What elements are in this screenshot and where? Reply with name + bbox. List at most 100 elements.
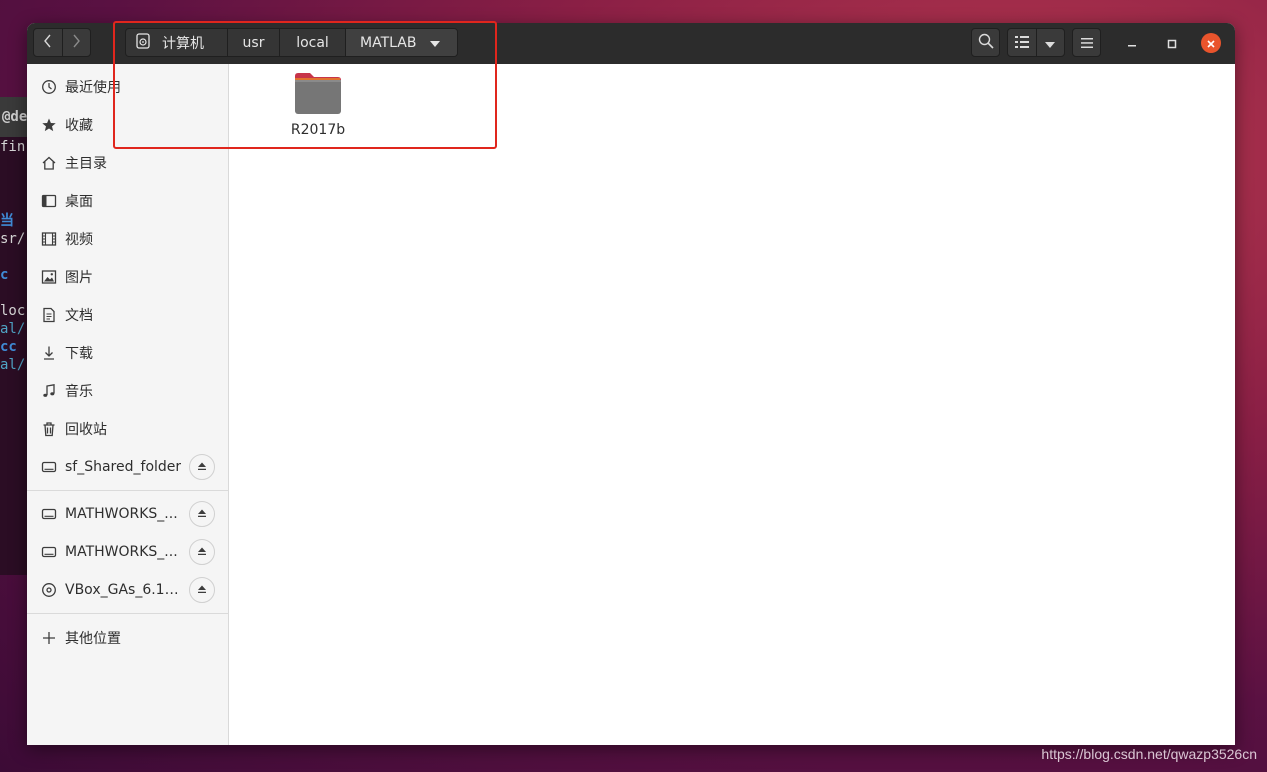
home-icon: [40, 154, 58, 172]
minimize-icon: [1127, 34, 1137, 53]
eject-icon: [197, 544, 207, 560]
eject-icon: [197, 506, 207, 522]
download-icon: [40, 344, 58, 362]
sidebar-item-recent[interactable]: 最近使用: [27, 68, 229, 106]
drive-icon: [40, 505, 58, 523]
path-crumb-label: 计算机: [162, 35, 204, 52]
music-note-icon: [40, 382, 58, 400]
sidebar-item-disc[interactable]: VBox_GAs_6.1.16: [27, 571, 229, 609]
chevron-right-icon: [71, 33, 81, 52]
sidebar-item-home[interactable]: 主目录: [27, 144, 229, 182]
chevron-left-icon: [43, 33, 53, 52]
path-bar: 计算机 usr local MATLAB: [125, 28, 458, 57]
image-icon: [40, 268, 58, 286]
desktop-icon: [40, 192, 58, 210]
forward-button[interactable]: [63, 29, 91, 56]
sidebar-item-label: 视频: [65, 232, 93, 248]
view-options-group: [1007, 28, 1065, 57]
sidebar-item-shared-folder[interactable]: sf_Shared_folder: [27, 448, 229, 486]
header-bar: 计算机 usr local MATLAB: [27, 23, 1235, 65]
eject-icon: [197, 582, 207, 598]
path-crumb-label: local: [296, 34, 329, 51]
path-crumb-usr[interactable]: usr: [228, 29, 280, 56]
folder-name: R2017b: [290, 122, 346, 138]
maximize-icon: [1167, 34, 1177, 53]
sidebar-item-label: 图片: [65, 270, 93, 286]
eject-icon: [197, 459, 207, 475]
hard-drive-icon: [136, 32, 150, 53]
sidebar-item-videos[interactable]: 视频: [27, 220, 229, 258]
sidebar-item-label: sf_Shared_folder: [65, 459, 182, 475]
sidebar-item-label: MATHWORKS_...: [65, 506, 178, 522]
terminal-line: loc: [0, 303, 26, 319]
terminal-line: cc: [0, 339, 17, 355]
drive-icon: [40, 458, 58, 476]
dropdown-arrow-icon: [430, 35, 441, 51]
hamburger-menu-icon: [1080, 33, 1093, 52]
terminal-line: 当: [0, 213, 23, 229]
dropdown-arrow-icon: [1045, 33, 1056, 52]
recent-clock-icon: [40, 78, 58, 96]
terminal-line: al/: [0, 321, 26, 337]
sidebar-item-label: 回收站: [65, 422, 107, 438]
view-options-dropdown[interactable]: [1037, 29, 1065, 56]
list-view-button[interactable]: [1008, 29, 1037, 56]
back-button[interactable]: [34, 29, 63, 56]
terminal-line: al/: [0, 357, 26, 373]
eject-button[interactable]: [189, 539, 215, 565]
search-icon: [978, 33, 994, 53]
minimize-button[interactable]: [1122, 33, 1142, 53]
sidebar-item-label: 音乐: [65, 384, 93, 400]
list-view-icon: [1014, 33, 1029, 52]
trash-icon: [40, 420, 58, 438]
document-icon: [40, 306, 58, 324]
file-view[interactable]: R2017b: [229, 64, 1235, 745]
sidebar-item-label: VBox_GAs_6.1.16: [65, 582, 183, 598]
sidebar-item-label: 收藏: [65, 118, 93, 134]
navigation-buttons: [33, 28, 91, 57]
sidebar-item-label: 其他位置: [65, 631, 121, 647]
sidebar-item-label: 桌面: [65, 194, 93, 210]
search-button[interactable]: [971, 28, 1000, 57]
sidebar-item-label: MATHWORKS_...: [65, 544, 178, 560]
close-icon: [1206, 34, 1216, 53]
sidebar-item-pictures[interactable]: 图片: [27, 258, 229, 296]
eject-button[interactable]: [189, 454, 215, 480]
sidebar-item-downloads[interactable]: 下载: [27, 334, 229, 372]
path-crumb-computer[interactable]: 计算机: [126, 29, 228, 56]
sidebar-item-documents[interactable]: 文档: [27, 296, 229, 334]
terminal-line: c: [0, 267, 26, 283]
path-crumb-matlab[interactable]: MATLAB: [346, 29, 457, 56]
drive-icon: [40, 543, 58, 561]
sidebar: 最近使用 收藏 主目录 桌面 视频 图片 文档 下载 音乐 回收站 sf_Sha…: [27, 64, 229, 745]
eject-button[interactable]: [189, 577, 215, 603]
sidebar-separator: [27, 490, 229, 491]
close-button[interactable]: [1201, 33, 1221, 53]
terminal-line: sr/: [0, 231, 26, 247]
path-crumb-label: usr: [242, 34, 265, 51]
sidebar-item-label: 下载: [65, 346, 93, 362]
sidebar-item-label: 最近使用: [65, 80, 121, 96]
watermark-text: https://blog.csdn.net/qwazp3526cn: [1041, 746, 1257, 762]
maximize-button[interactable]: [1162, 33, 1182, 53]
main-menu-button[interactable]: [1072, 28, 1101, 57]
sidebar-item-desktop[interactable]: 桌面: [27, 182, 229, 220]
sidebar-item-trash[interactable]: 回收站: [27, 410, 229, 448]
sidebar-item-device[interactable]: MATHWORKS_...: [27, 495, 229, 533]
path-crumb-label: MATLAB: [360, 34, 417, 51]
sidebar-item-music[interactable]: 音乐: [27, 372, 229, 410]
optical-disc-icon: [40, 581, 58, 599]
sidebar-item-device[interactable]: MATHWORKS_...: [27, 533, 229, 571]
sidebar-item-other-locations[interactable]: 其他位置: [27, 619, 229, 657]
plus-icon: [40, 629, 58, 647]
eject-button[interactable]: [189, 501, 215, 527]
folder-item[interactable]: R2017b: [289, 72, 347, 138]
film-icon: [40, 230, 58, 248]
star-icon: [40, 116, 58, 134]
terminal-line: fin: [0, 139, 26, 155]
sidebar-item-label: 主目录: [65, 156, 107, 172]
path-crumb-local[interactable]: local: [280, 29, 346, 56]
file-manager-window: 计算机 usr local MATLAB 最近使用 收藏 主目录 桌面 视频 图…: [27, 23, 1235, 745]
sidebar-item-starred[interactable]: 收藏: [27, 106, 229, 144]
